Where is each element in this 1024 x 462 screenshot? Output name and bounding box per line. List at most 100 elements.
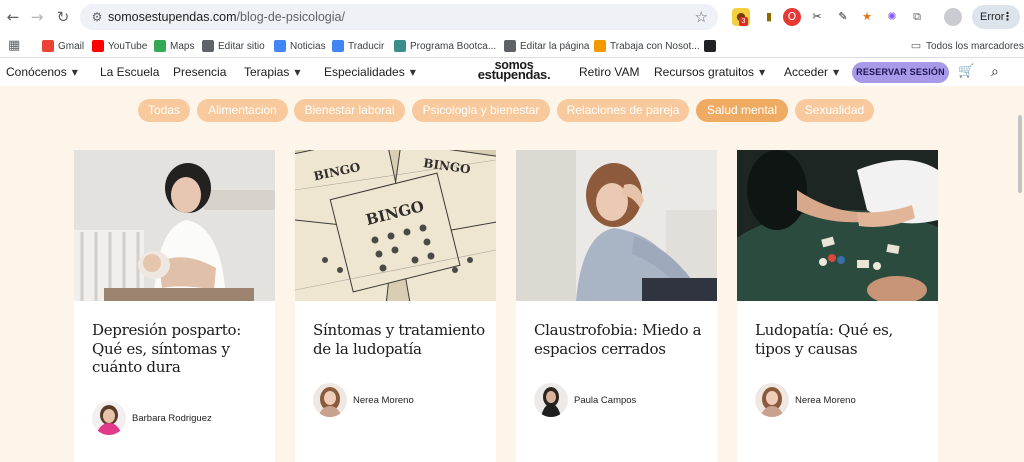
logo-line-2: estupendas. bbox=[477, 67, 551, 82]
all-bookmarks[interactable]: ▭ Todos los marcadores bbox=[910, 38, 1024, 54]
nav-acceder[interactable]: Acceder ▼ bbox=[784, 65, 839, 79]
bookmark-label: Editar sitio bbox=[218, 40, 265, 52]
post-author[interactable]: Nerea Moreno bbox=[313, 383, 414, 417]
post-card[interactable]: Ludopatía: Qué es, tipos y causas Nerea … bbox=[737, 150, 938, 462]
chevron-down-icon: ▼ bbox=[833, 67, 840, 77]
browser-menu-icon[interactable]: ⋮ bbox=[1002, 5, 1013, 29]
news-icon bbox=[274, 40, 286, 52]
bookmark-label: Programa Bootca... bbox=[410, 40, 497, 52]
site-edit-icon bbox=[202, 40, 214, 52]
page-scrollbar[interactable] bbox=[1018, 115, 1022, 193]
post-author[interactable]: Nerea Moreno bbox=[755, 383, 856, 417]
author-name: Nerea Moreno bbox=[795, 394, 856, 406]
nav-conocenos[interactable]: Conócenos ▼ bbox=[6, 65, 78, 79]
bookmark-item[interactable]: Maps bbox=[154, 38, 194, 54]
bootcamp-icon bbox=[394, 40, 406, 52]
filter-chip-relaciones-pareja[interactable]: Relaciones de pareja bbox=[557, 99, 689, 122]
nav-escuela-label: La Escuela bbox=[100, 65, 160, 79]
nav-presencia[interactable]: Presencia bbox=[173, 65, 226, 79]
bookmark-label: Maps bbox=[170, 40, 195, 52]
nav-retiro-vam[interactable]: Retiro VAM bbox=[579, 65, 639, 79]
extension-badge: 3 bbox=[739, 17, 748, 26]
opera-extension-icon[interactable]: O bbox=[783, 8, 801, 26]
extension-icon-7[interactable]: ✺ bbox=[883, 8, 901, 26]
bookmark-item[interactable]: Traducir bbox=[332, 38, 384, 54]
gmail-icon bbox=[42, 40, 54, 52]
extension-icon-4[interactable]: ✂ bbox=[808, 8, 826, 26]
pin-icon bbox=[504, 40, 516, 52]
filter-chip-bienestar-laboral[interactable]: Bienestar laboral bbox=[294, 99, 405, 122]
bookmark-item[interactable]: Editar sitio bbox=[202, 38, 265, 54]
cart-icon[interactable]: 🛒 bbox=[958, 64, 974, 79]
post-card[interactable]: BINGO BINGO BINGO Síntomas y tratamiento… bbox=[295, 150, 496, 462]
bookmark-item[interactable]: Gmail bbox=[42, 38, 84, 54]
nav-acceder-label: Acceder bbox=[784, 65, 829, 79]
author-avatar bbox=[313, 383, 347, 417]
bookmark-star-icon[interactable]: ☆ bbox=[695, 8, 708, 26]
post-card[interactable]: Claustrofobia: Miedo a espacios cerrados… bbox=[516, 150, 717, 462]
nav-terapias-label: Terapias bbox=[244, 65, 290, 79]
post-author[interactable]: Paula Campos bbox=[534, 383, 636, 417]
bookmark-label: Noticias bbox=[290, 40, 326, 52]
filter-chip-salud-mental[interactable]: Salud mental bbox=[696, 99, 788, 122]
post-image-anxious-woman[interactable] bbox=[516, 150, 717, 301]
reload-icon[interactable]: ↻ bbox=[52, 6, 74, 28]
forward-arrow-icon[interactable]: → bbox=[26, 6, 48, 28]
bookmark-label: Gmail bbox=[58, 40, 85, 52]
post-title[interactable]: Depresión posparto: Qué es, síntomas y c… bbox=[92, 321, 264, 377]
author-name: Paula Campos bbox=[574, 394, 637, 406]
profile-error-button[interactable]: Error ⋮ bbox=[972, 5, 1020, 29]
nav-terapias[interactable]: Terapias ▼ bbox=[244, 65, 301, 79]
post-author[interactable]: Barbara Rodriguez bbox=[92, 401, 212, 435]
author-avatar bbox=[755, 383, 789, 417]
work-icon bbox=[594, 40, 606, 52]
bookmark-item[interactable] bbox=[704, 38, 720, 54]
bookmark-item[interactable]: YouTube bbox=[92, 38, 147, 54]
post-image-mother-baby[interactable] bbox=[74, 150, 275, 301]
post-title[interactable]: Claustrofobia: Miedo a espacios cerrados bbox=[534, 321, 706, 358]
post-image-poker-table[interactable] bbox=[737, 150, 938, 301]
author-avatar bbox=[92, 401, 126, 435]
browser-toolbar: ← → ↻ ⚙ somosestupendas.com/blog-de-psic… bbox=[0, 0, 1024, 34]
reservar-sesion-button[interactable]: RESERVAR SESIÓN bbox=[852, 62, 949, 83]
back-arrow-icon[interactable]: ← bbox=[2, 6, 24, 28]
nav-retiro-label: Retiro VAM bbox=[579, 65, 640, 79]
nav-la-escuela[interactable]: La Escuela bbox=[100, 65, 159, 79]
site-logo[interactable]: somos estupendas. bbox=[474, 59, 554, 82]
search-icon[interactable]: ⌕ bbox=[991, 64, 999, 80]
profile-avatar[interactable] bbox=[944, 8, 962, 26]
bookmark-item[interactable]: Noticias bbox=[274, 38, 326, 54]
extensions-puzzle-icon[interactable]: ⧉ bbox=[908, 8, 926, 26]
bookmark-item[interactable]: Editar la página bbox=[504, 38, 590, 54]
eyedropper-icon[interactable]: ✎ bbox=[834, 8, 852, 26]
apps-grid-icon[interactable]: ▦ bbox=[8, 37, 20, 53]
filter-chip-todas[interactable]: Todas bbox=[138, 99, 190, 122]
url-path: /blog-de-psicologia/ bbox=[236, 10, 345, 24]
nav-especialidades[interactable]: Especialidades ▼ bbox=[324, 65, 416, 79]
post-title[interactable]: Síntomas y tratamiento de la ludopatía bbox=[313, 321, 485, 358]
chevron-down-icon: ▼ bbox=[294, 67, 301, 77]
bookmarks-bar: ▦ Gmail YouTube Maps Editar sitio Noticias Tr… bbox=[0, 34, 1024, 58]
bookmark-item[interactable]: Trabaja con Nosot... bbox=[594, 38, 700, 54]
address-bar[interactable]: ⚙ somosestupendas.com/blog-de-psicologia… bbox=[80, 4, 718, 30]
author-avatar bbox=[534, 383, 568, 417]
site-info-icon[interactable]: ⚙ bbox=[89, 9, 105, 25]
url-text[interactable]: somosestupendas.com/blog-de-psicologia/ bbox=[108, 10, 345, 24]
filter-chip-psicologia-bienestar[interactable]: Psicologia y bienestar bbox=[412, 99, 550, 122]
bookmark-item[interactable]: Programa Bootca... bbox=[394, 38, 496, 54]
chevron-down-icon: ▼ bbox=[409, 67, 416, 77]
youtube-icon bbox=[92, 40, 104, 52]
post-image-bingo-cards[interactable]: BINGO BINGO BINGO bbox=[295, 150, 496, 301]
maps-icon bbox=[154, 40, 166, 52]
bookmark-label: Editar la página bbox=[520, 40, 590, 52]
post-card[interactable]: Depresión posparto: Qué es, síntomas y c… bbox=[74, 150, 275, 462]
post-title[interactable]: Ludopatía: Qué es, tipos y causas bbox=[755, 321, 927, 358]
folder-icon: ▭ bbox=[910, 39, 922, 52]
extension-star-icon[interactable]: ★ bbox=[858, 8, 876, 26]
nav-recursos-gratuitos[interactable]: Recursos gratuitos ▼ bbox=[654, 65, 765, 79]
filter-chip-sexualidad[interactable]: Sexualidad bbox=[795, 99, 874, 122]
url-domain: somosestupendas.com bbox=[108, 10, 237, 24]
extension-icon-2[interactable]: ▮ bbox=[760, 8, 778, 26]
filter-chip-alimentacion[interactable]: Alimentacion bbox=[197, 99, 288, 122]
browser-chrome: ← → ↻ ⚙ somosestupendas.com/blog-de-psic… bbox=[0, 0, 1024, 59]
